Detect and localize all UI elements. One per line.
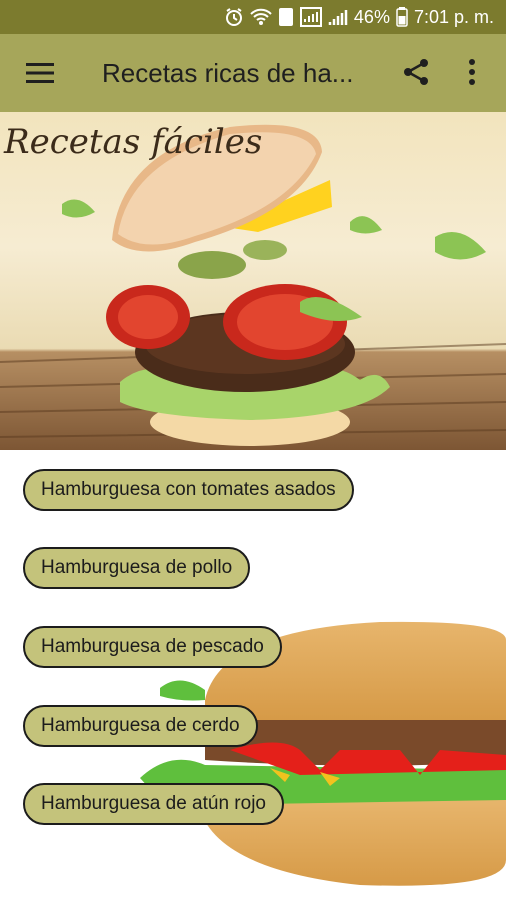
more-options-button[interactable] [452, 52, 492, 92]
recipe-label: Hamburguesa con tomates asados [41, 479, 336, 500]
clock: 7:01 p. m. [413, 6, 494, 27]
battery-percent: 46% [353, 6, 390, 27]
recipe-button[interactable]: Hamburguesa de pollo [23, 547, 251, 589]
recipe-label: Hamburguesa de cerdo [41, 715, 240, 736]
recipe-list: Hamburguesa con tomates asados Hamburgue… [0, 450, 506, 825]
hero-overlay-text: Recetas fáciles [4, 122, 263, 162]
battery-icon [396, 7, 408, 27]
recipe-button[interactable]: Hamburguesa con tomates asados [23, 469, 354, 511]
signal-volte-icon [299, 7, 322, 27]
status-bar: 46% 7:01 p. m. [0, 0, 506, 34]
menu-icon [26, 63, 54, 83]
signal-icon [328, 8, 348, 26]
alarm-icon [224, 7, 244, 27]
hero-banner-image: Recetas fáciles [0, 112, 506, 450]
app-bar: Recetas ricas de ha... [0, 34, 506, 112]
recipe-label: Hamburguesa de pescado [41, 636, 264, 657]
bottom-fade [0, 820, 506, 900]
recipe-label: Hamburguesa de pollo [41, 557, 233, 578]
sim-icon [278, 7, 294, 27]
share-button[interactable] [396, 52, 436, 92]
recipe-button[interactable]: Hamburguesa de cerdo [23, 705, 258, 747]
burger-photo [0, 124, 506, 446]
more-vert-icon [469, 59, 475, 85]
wifi-icon [250, 8, 272, 26]
recipe-button[interactable]: Hamburguesa de atún rojo [23, 783, 284, 825]
recipe-button[interactable]: Hamburguesa de pescado [23, 626, 282, 668]
app-title: Recetas ricas de ha... [102, 57, 354, 88]
share-icon [404, 59, 428, 85]
menu-button[interactable] [0, 34, 80, 112]
recipe-label: Hamburguesa de atún rojo [41, 793, 266, 814]
